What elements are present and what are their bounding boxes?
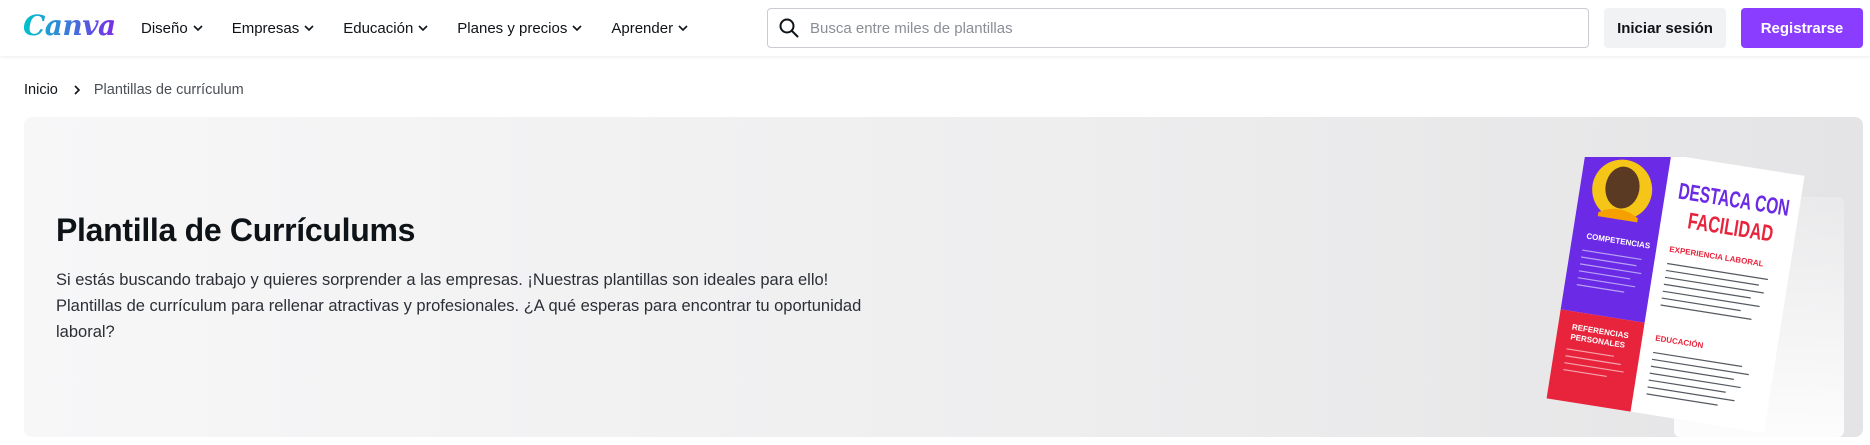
main-nav: Diseño Empresas Educación Planes y preci… <box>141 0 717 56</box>
nav-item-educacion[interactable]: Educación <box>343 20 429 37</box>
breadcrumb-current: Plantillas de currículum <box>93 82 244 98</box>
top-header: Canva Diseño Empresas Educación Planes y… <box>0 0 1870 56</box>
nav-item-label: Aprender <box>611 19 674 37</box>
search-box[interactable] <box>767 8 1589 48</box>
nav-item-planes[interactable]: Planes y precios <box>457 20 583 37</box>
nav-item-aprender[interactable]: Aprender <box>611 20 689 37</box>
page-title: Plantilla de Currículums <box>56 212 416 248</box>
chevron-down-icon <box>193 25 203 32</box>
login-button[interactable]: Iniciar sesión <box>1604 8 1726 48</box>
search-icon <box>779 18 799 38</box>
chevron-down-icon <box>304 25 314 32</box>
chevron-right-icon <box>72 84 82 96</box>
register-button[interactable]: Registrarse <box>1741 8 1863 48</box>
nav-item-empresas[interactable]: Empresas <box>232 20 316 37</box>
canva-logo[interactable]: Canva <box>23 9 116 42</box>
nav-item-label: Planes y precios <box>457 19 568 37</box>
breadcrumb-home[interactable]: Inicio <box>24 82 58 98</box>
nav-item-label: Empresas <box>231 19 300 37</box>
hero-banner: Plantilla de Currículums Si estás buscan… <box>24 117 1863 437</box>
chevron-down-icon <box>678 25 688 32</box>
nav-item-label: Educación <box>343 19 414 37</box>
nav-item-diseno[interactable]: Diseño <box>141 20 204 37</box>
resume-illustration: DESTACA CON FACILIDAD COMPETENCIAS REFER… <box>1504 157 1844 437</box>
chevron-down-icon <box>572 25 582 32</box>
hero-description: Si estás buscando trabajo y quieres sorp… <box>56 271 862 341</box>
search-input[interactable] <box>810 19 1570 37</box>
nav-item-label: Diseño <box>141 19 188 37</box>
chevron-down-icon <box>418 25 428 32</box>
breadcrumb: Inicio Plantillas de currículum <box>24 82 244 98</box>
